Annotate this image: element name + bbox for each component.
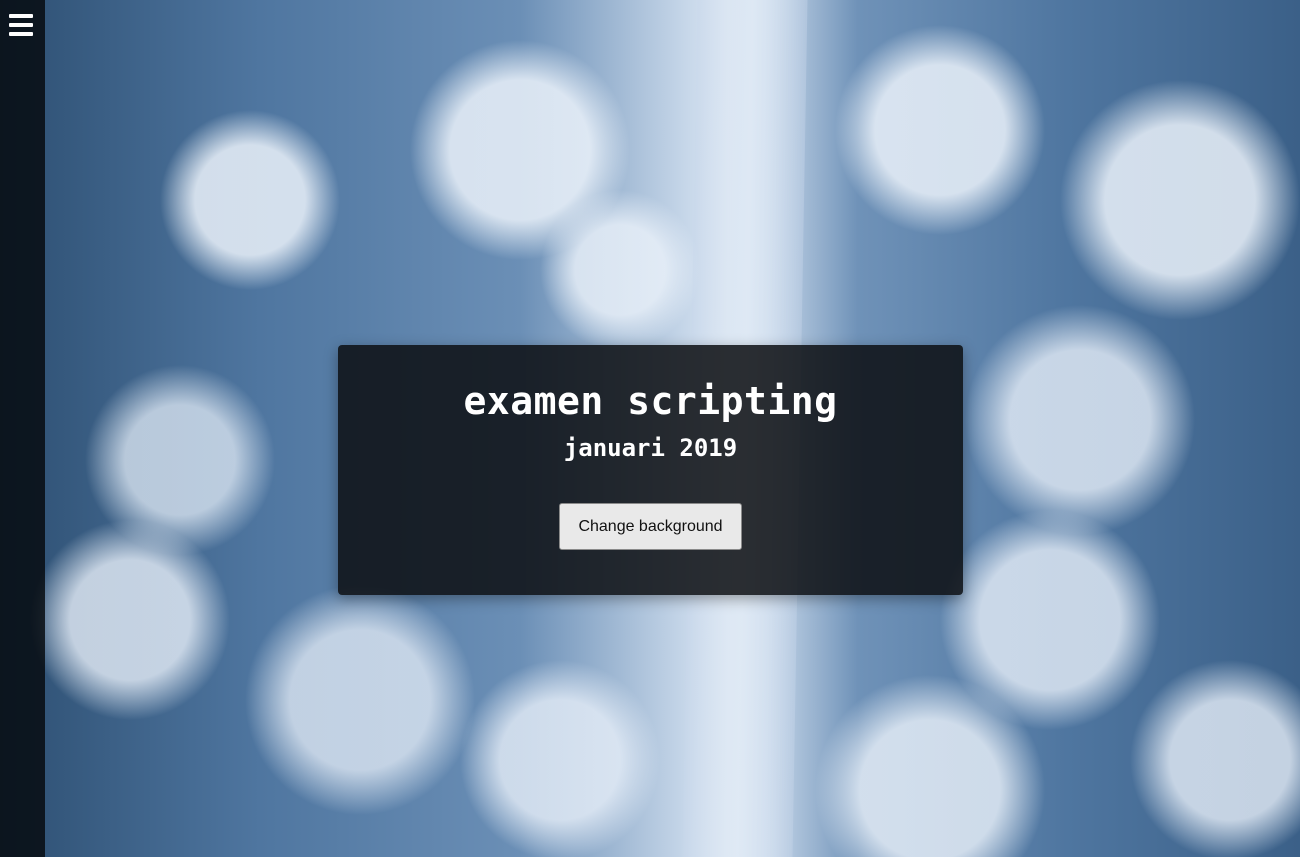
menu-bar-bottom — [9, 32, 33, 36]
hamburger-menu-icon[interactable] — [8, 13, 34, 39]
sidebar — [0, 0, 45, 857]
page-subtitle: januari 2019 — [563, 434, 738, 462]
header-card: examen scripting januari 2019 Change bac… — [338, 345, 963, 595]
menu-bar-top — [9, 14, 33, 18]
page-title: examen scripting — [463, 379, 838, 423]
change-background-button[interactable]: Change background — [559, 503, 742, 550]
menu-bar-middle — [9, 23, 33, 27]
